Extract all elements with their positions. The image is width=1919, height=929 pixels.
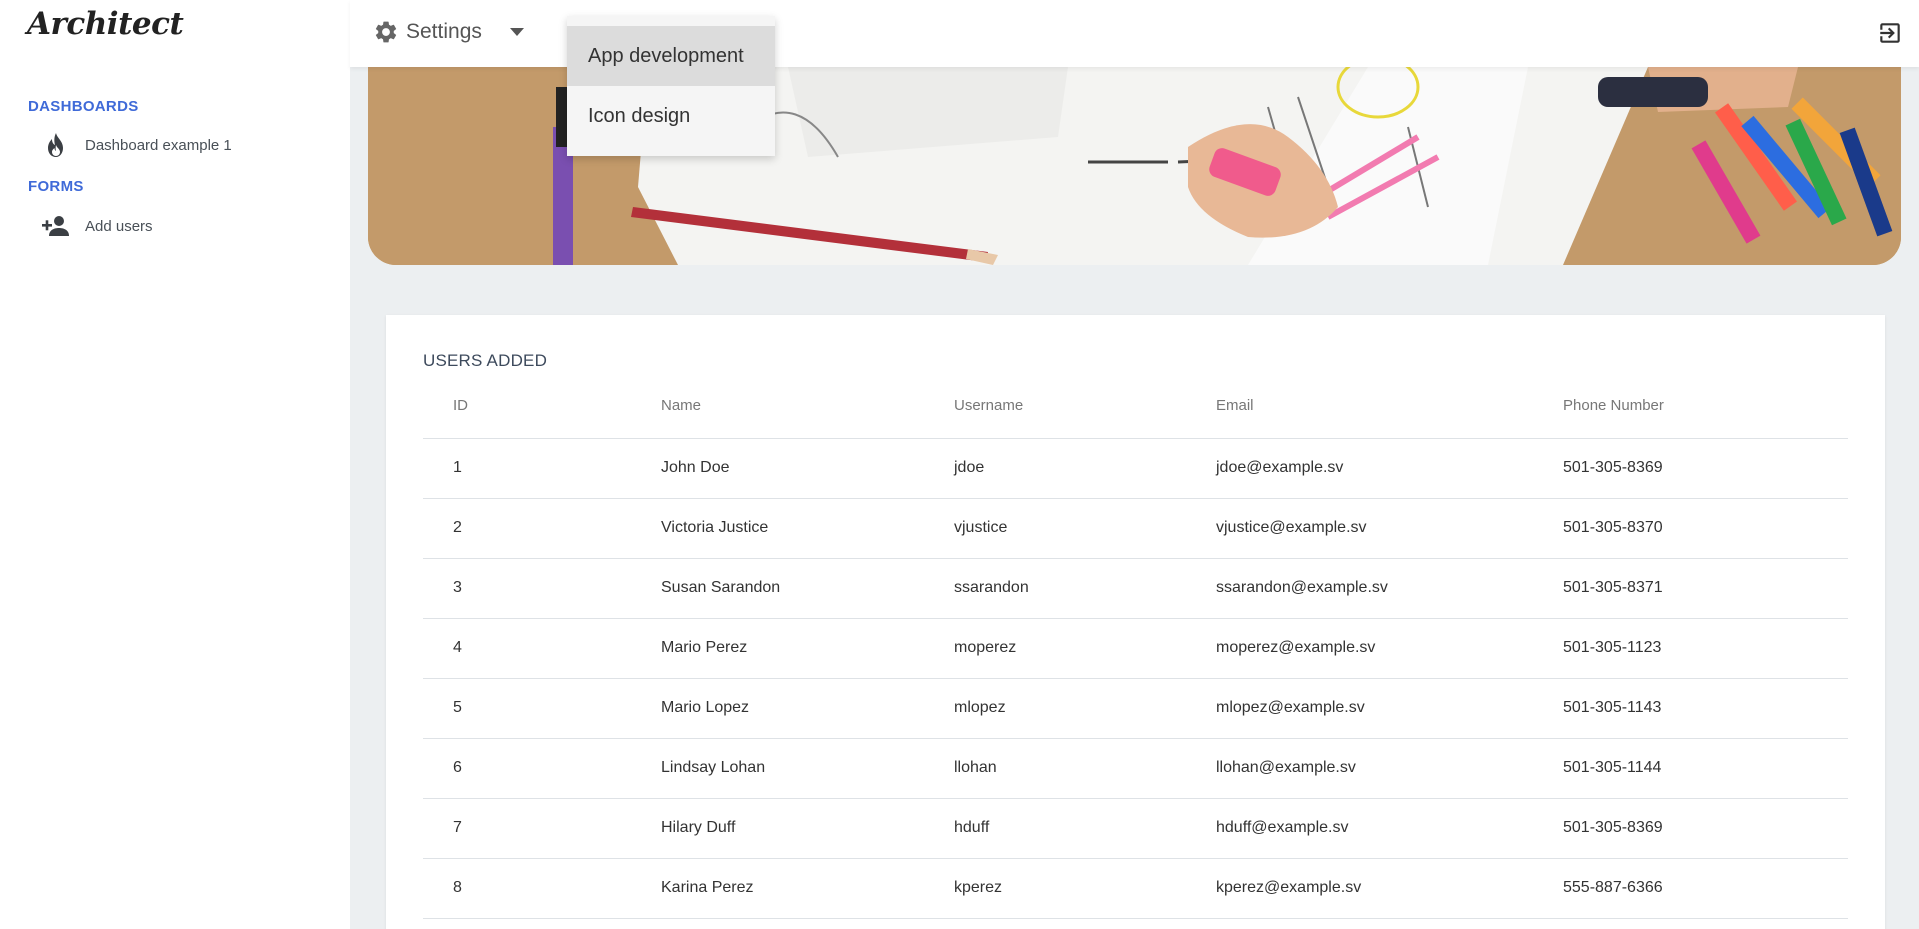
cell-name: Susan Sarandon <box>661 579 781 596</box>
users-card: USERS ADDED ID Name Username Email Phone… <box>386 315 1885 929</box>
cell-email: kperez@example.sv <box>1216 879 1362 896</box>
sidebar-item-label: Dashboard example 1 <box>85 136 232 154</box>
cell-email: moperez@example.sv <box>1216 639 1376 656</box>
cell-username: ssarandon <box>954 579 1029 596</box>
column-header-phone: Phone Number <box>1563 397 1664 414</box>
cell-phone: 555-887-6366 <box>1563 879 1663 896</box>
logout-icon[interactable] <box>1875 18 1905 48</box>
cell-id: 5 <box>453 699 462 716</box>
table-row: 4 Mario Perez moperez moperez@example.sv… <box>423 619 1848 679</box>
cell-username: kperez <box>954 879 1003 896</box>
cell-name: Mario Lopez <box>661 699 750 716</box>
cell-username: vjustice <box>954 519 1008 536</box>
cell-email: ssarandon@example.sv <box>1216 579 1388 596</box>
cell-id: 1 <box>453 459 462 476</box>
menu-item-app-development[interactable]: App development <box>567 26 775 86</box>
table-row: 5 Mario Lopez mlopez mlopez@example.sv 5… <box>423 679 1848 739</box>
cell-id: 2 <box>453 519 462 536</box>
table-row: 1 John Doe jdoe jdoe@example.sv 501-305-… <box>423 439 1848 499</box>
cell-email: vjustice@example.sv <box>1216 519 1367 536</box>
cell-id: 4 <box>453 639 462 656</box>
table-row: 6 Lindsay Lohan llohan llohan@example.sv… <box>423 739 1848 799</box>
cell-phone: 501-305-8369 <box>1563 819 1663 836</box>
cell-phone: 501-305-1143 <box>1563 699 1662 716</box>
table-row: 8 Karina Perez kperez kperez@example.sv … <box>423 859 1848 919</box>
settings-menu-button[interactable]: Settings <box>372 18 526 46</box>
cell-email: jdoe@example.sv <box>1216 459 1344 476</box>
section-title-dashboards: DASHBOARDS <box>28 98 139 115</box>
cell-phone: 501-305-8369 <box>1563 459 1663 476</box>
table-row: 3 Susan Sarandon ssarandon ssarandon@exa… <box>423 559 1848 619</box>
section-title-forms: FORMS <box>28 178 84 195</box>
table-row: 7 Hilary Duff hduff hduff@example.sv 501… <box>423 799 1848 859</box>
sidebar-item-add-users[interactable]: Add users <box>40 211 330 241</box>
settings-label: Settings <box>406 20 482 43</box>
table-row: 2 Victoria Justice vjustice vjustice@exa… <box>423 499 1848 559</box>
cell-username: llohan <box>954 759 997 776</box>
cell-name: Victoria Justice <box>661 519 769 536</box>
caret-down-icon[interactable] <box>508 23 526 41</box>
cell-username: hduff <box>954 819 990 836</box>
cell-id: 8 <box>453 879 462 896</box>
app-logo[interactable]: Architect <box>27 6 184 42</box>
cell-phone: 501-305-8371 <box>1563 579 1663 596</box>
cell-id: 6 <box>453 759 462 776</box>
cell-email: mlopez@example.sv <box>1216 699 1365 716</box>
cell-phone: 501-305-1144 <box>1563 759 1662 776</box>
cell-name: Mario Perez <box>661 639 748 656</box>
gear-icon <box>372 18 400 46</box>
cell-id: 3 <box>453 579 462 596</box>
sidebar: Architect DASHBOARDS Dashboard example 1… <box>0 0 350 929</box>
cell-name: Hilary Duff <box>661 819 736 836</box>
cell-name: John Doe <box>661 459 730 476</box>
cell-username: mlopez <box>954 699 1006 716</box>
person-add-icon <box>40 211 72 241</box>
column-header-username: Username <box>954 397 1024 414</box>
users-table: ID Name Username Email Phone Number 1 Jo… <box>423 377 1848 919</box>
cell-username: moperez <box>954 639 1017 656</box>
table-header: ID Name Username Email Phone Number <box>423 377 1848 439</box>
cell-phone: 501-305-8370 <box>1563 519 1663 536</box>
settings-dropdown-menu: App development Icon design <box>567 16 775 156</box>
cell-name: Lindsay Lohan <box>661 759 766 776</box>
cell-email: llohan@example.sv <box>1216 759 1356 776</box>
cell-email: hduff@example.sv <box>1216 819 1349 836</box>
sidebar-item-label: Add users <box>85 217 153 235</box>
column-header-email: Email <box>1216 397 1254 414</box>
cell-phone: 501-305-1123 <box>1563 639 1662 656</box>
column-header-id: ID <box>453 397 468 414</box>
sidebar-item-dashboard-example-1[interactable]: Dashboard example 1 <box>40 130 330 160</box>
cell-name: Karina Perez <box>661 879 754 896</box>
menu-item-icon-design[interactable]: Icon design <box>567 86 775 146</box>
cell-id: 7 <box>453 819 462 836</box>
cell-username: jdoe <box>954 459 985 476</box>
card-title: USERS ADDED <box>423 351 548 370</box>
column-header-name: Name <box>661 397 702 414</box>
flame-icon <box>40 130 72 160</box>
